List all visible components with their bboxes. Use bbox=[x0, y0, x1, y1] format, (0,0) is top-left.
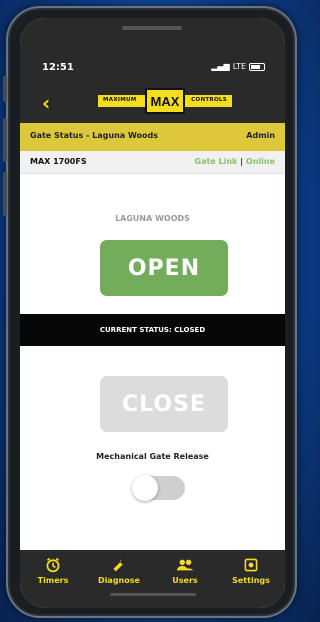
tab-timers[interactable]: Timers bbox=[20, 556, 86, 585]
logo-left-text: MAXIMUM bbox=[103, 97, 137, 103]
current-status-bar: CURRENT STATUS: CLOSED bbox=[20, 314, 285, 346]
speaker-grille bbox=[122, 26, 182, 30]
volume-down-button bbox=[3, 172, 7, 216]
clock-icon bbox=[46, 557, 60, 573]
toggle-knob bbox=[132, 475, 158, 501]
back-button[interactable]: ‹ bbox=[42, 93, 50, 113]
wrench-icon bbox=[113, 559, 123, 572]
model-name: MAX 1700FS bbox=[30, 157, 87, 166]
admin-link[interactable]: Admin bbox=[246, 131, 275, 140]
close-button[interactable]: CLOSE bbox=[100, 376, 228, 432]
tab-label: Users bbox=[172, 576, 198, 585]
tab-label: Diagnose bbox=[98, 576, 140, 585]
model-bar: MAX 1700FS Gate Link | Online bbox=[20, 151, 285, 174]
online-label: Online bbox=[245, 157, 275, 166]
status-indicators: ▂▄▆ LTE bbox=[211, 62, 265, 71]
tab-diagnose[interactable]: Diagnose bbox=[86, 556, 152, 585]
app-screen: 12:51 ▂▄▆ LTE ‹ MAXIMUM CONTROLS MAX Gat… bbox=[20, 18, 285, 608]
network-label: LTE bbox=[232, 62, 246, 71]
brand-logo: MAXIMUM CONTROLS MAX bbox=[98, 88, 232, 114]
volume-up-button bbox=[3, 118, 7, 162]
connection-status: Gate Link | Online bbox=[195, 157, 275, 166]
users-icon bbox=[176, 559, 194, 571]
gate-status-bar: Gate Status - Laguna Woods Admin bbox=[20, 123, 285, 151]
tab-users[interactable]: Users bbox=[152, 556, 218, 585]
mute-switch bbox=[3, 76, 7, 102]
gate-status-title: Gate Status - Laguna Woods bbox=[30, 131, 158, 140]
open-button[interactable]: OPEN bbox=[100, 240, 228, 296]
logo-right-text: CONTROLS bbox=[191, 97, 227, 103]
phone-frame: 12:51 ▂▄▆ LTE ‹ MAXIMUM CONTROLS MAX Gat… bbox=[3, 6, 297, 618]
tab-settings[interactable]: Settings bbox=[218, 556, 284, 585]
site-name: LAGUNA WOODS bbox=[115, 214, 190, 223]
mechanical-release-toggle[interactable] bbox=[132, 475, 185, 501]
gate-link-label: Gate Link bbox=[194, 157, 238, 166]
status-time: 12:51 bbox=[42, 62, 74, 73]
logo-max-text: MAX bbox=[145, 88, 185, 114]
app-header: 12:51 ▂▄▆ LTE ‹ MAXIMUM CONTROLS MAX bbox=[20, 18, 285, 123]
tab-label: Timers bbox=[37, 576, 69, 585]
separator: | bbox=[240, 157, 244, 166]
settings-icon bbox=[244, 558, 258, 572]
home-indicator bbox=[110, 593, 196, 596]
mechanical-release-label: Mechanical Gate Release bbox=[96, 452, 209, 461]
bottom-tab-bar: Timers Diagnose Users Settings bbox=[20, 550, 285, 608]
tab-label: Settings bbox=[232, 576, 270, 585]
signal-icon: ▂▄▆ bbox=[211, 62, 230, 71]
battery-icon bbox=[249, 62, 265, 71]
